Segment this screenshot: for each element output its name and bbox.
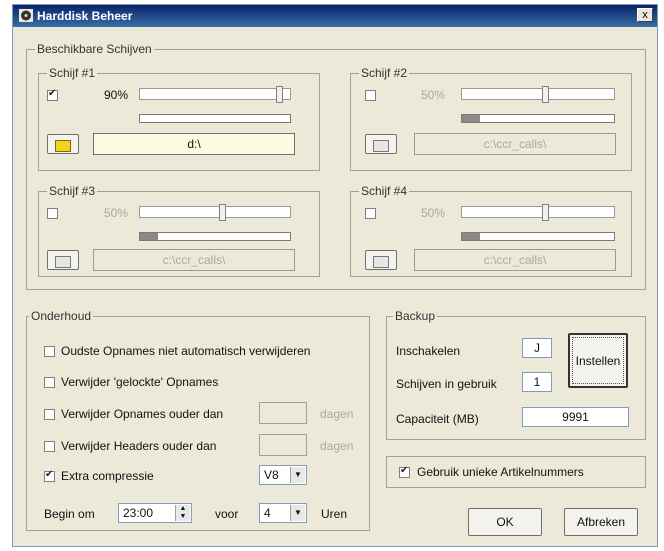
- drive-1-title: Schijf #1: [47, 66, 98, 80]
- cancel-button[interactable]: Afbreken: [564, 508, 638, 536]
- for-label: voor: [215, 507, 239, 521]
- drive-4-group: Schijf #4 50% c:\ccr_calls\: [350, 184, 632, 277]
- drive-2-browse-button[interactable]: [365, 134, 397, 154]
- recordings-days-unit: dagen: [320, 407, 354, 421]
- hours-value: 4: [264, 506, 271, 520]
- drive-3-slider[interactable]: [139, 204, 291, 221]
- chevron-down-icon[interactable]: ▼: [290, 467, 305, 483]
- keep-oldest-label: Oudste Opnames niet automatisch verwijde…: [61, 344, 311, 358]
- drive-3-browse-button[interactable]: [47, 250, 79, 270]
- folder-icon: [55, 256, 71, 268]
- delete-old-recordings-checkbox[interactable]: [44, 409, 55, 420]
- drive-2-usage-bar: [461, 114, 615, 123]
- unique-articles-group: Gebruik unieke Artikelnummers: [386, 456, 646, 488]
- drive-2-slider[interactable]: [461, 86, 615, 103]
- drive-4-usage-fill: [462, 233, 481, 240]
- backup-settings-button[interactable]: Instellen: [568, 333, 628, 388]
- drive-1-checkbox[interactable]: [47, 88, 58, 101]
- compression-select[interactable]: V8 ▼: [259, 465, 307, 485]
- drive-3-path[interactable]: c:\ccr_calls\: [93, 249, 295, 271]
- drive-1-slider-thumb[interactable]: [276, 86, 283, 103]
- drive-3-percent: 50%: [104, 206, 129, 220]
- title-bar: Harddisk Beheer x: [13, 5, 657, 27]
- folder-icon: [373, 256, 389, 268]
- drive-2-group: Schijf #2 50% c:\ccr_calls\: [350, 66, 632, 171]
- unique-articles-label: Gebruik unieke Artikelnummers: [417, 465, 584, 479]
- chevron-down-icon[interactable]: ▼: [290, 505, 305, 521]
- headers-days-input[interactable]: [259, 434, 307, 456]
- begin-label: Begin om: [44, 507, 95, 521]
- headers-days-unit: dagen: [320, 439, 354, 453]
- capacity-label: Capaciteit (MB): [396, 412, 479, 426]
- drive-3-slider-thumb[interactable]: [219, 204, 226, 221]
- drive-1-percent: 90%: [104, 88, 129, 102]
- drive-2-percent: 50%: [421, 88, 446, 102]
- drive-4-percent: 50%: [421, 206, 446, 220]
- folder-icon: [55, 140, 71, 152]
- enable-input[interactable]: J: [522, 338, 552, 358]
- ok-button[interactable]: OK: [468, 508, 542, 536]
- drive-1-slider[interactable]: [139, 86, 291, 103]
- drive-4-checkbox[interactable]: [365, 208, 376, 219]
- enable-label: Inschakelen: [396, 344, 461, 358]
- delete-locked-checkbox[interactable]: [44, 377, 55, 388]
- folder-icon: [373, 140, 389, 152]
- capacity-input[interactable]: 9991: [522, 407, 629, 427]
- backup-group: Backup Inschakelen J Schijven in gebruik…: [386, 309, 646, 440]
- compression-value: V8: [264, 468, 279, 482]
- hours-select[interactable]: 4 ▼: [259, 503, 307, 523]
- maintenance-group: Onderhoud Oudste Opnames niet automatisc…: [26, 309, 370, 531]
- close-button[interactable]: x: [637, 8, 653, 22]
- delete-old-headers-label: Verwijder Headers ouder dan: [61, 439, 217, 453]
- drive-3-usage-bar: [139, 232, 291, 241]
- drives-group-title: Beschikbare Schijven: [35, 42, 154, 56]
- delete-locked-label: Verwijder 'gelockte' Opnames: [61, 375, 219, 389]
- drive-2-checkbox[interactable]: [365, 90, 376, 101]
- drive-4-browse-button[interactable]: [365, 250, 397, 270]
- drive-1-browse-button[interactable]: [47, 134, 79, 154]
- extra-compression-checkbox[interactable]: [44, 469, 55, 482]
- drives-in-use-input[interactable]: 1: [522, 372, 552, 392]
- dialog-window: Harddisk Beheer x Beschikbare Schijven S…: [12, 4, 658, 547]
- window-title: Harddisk Beheer: [37, 9, 133, 23]
- drive-3-group: Schijf #3 50% c:\ccr_calls\: [38, 184, 320, 277]
- begin-time-input[interactable]: 23:00 ▲ ▼: [118, 503, 192, 523]
- backup-title: Backup: [393, 309, 438, 323]
- drive-2-slider-thumb[interactable]: [542, 86, 549, 103]
- drive-4-slider[interactable]: [461, 204, 615, 221]
- drive-1-path[interactable]: d:\: [93, 133, 295, 155]
- drives-group: Beschikbare Schijven Schijf #1 90% d:\ S…: [26, 42, 646, 290]
- drive-4-slider-thumb[interactable]: [542, 204, 549, 221]
- hours-unit: Uren: [321, 507, 348, 521]
- drive-1-group: Schijf #1 90% d:\: [38, 66, 320, 171]
- recordings-days-input[interactable]: [259, 402, 307, 424]
- drive-3-checkbox[interactable]: [47, 208, 58, 219]
- drive-3-title: Schijf #3: [47, 184, 98, 198]
- spinner-icon[interactable]: ▲ ▼: [175, 505, 190, 521]
- drive-2-usage-fill: [462, 115, 481, 122]
- maintenance-title: Onderhoud: [29, 309, 94, 323]
- drive-4-usage-bar: [461, 232, 615, 241]
- delete-old-recordings-label: Verwijder Opnames ouder dan: [61, 407, 224, 421]
- begin-time-value: 23:00: [123, 506, 154, 520]
- extra-compression-label: Extra compressie: [61, 469, 154, 483]
- drive-1-usage-bar: [139, 114, 291, 123]
- drive-3-usage-fill: [140, 233, 158, 240]
- drive-2-path[interactable]: c:\ccr_calls\: [414, 133, 616, 155]
- drive-2-title: Schijf #2: [359, 66, 410, 80]
- delete-old-headers-checkbox[interactable]: [44, 441, 55, 452]
- unique-articles-checkbox[interactable]: [399, 465, 410, 478]
- keep-oldest-checkbox[interactable]: [44, 346, 55, 357]
- drive-4-title: Schijf #4: [359, 184, 410, 198]
- drives-in-use-label: Schijven in gebruik: [396, 377, 497, 391]
- app-icon: [19, 9, 33, 22]
- drive-4-path[interactable]: c:\ccr_calls\: [414, 249, 616, 271]
